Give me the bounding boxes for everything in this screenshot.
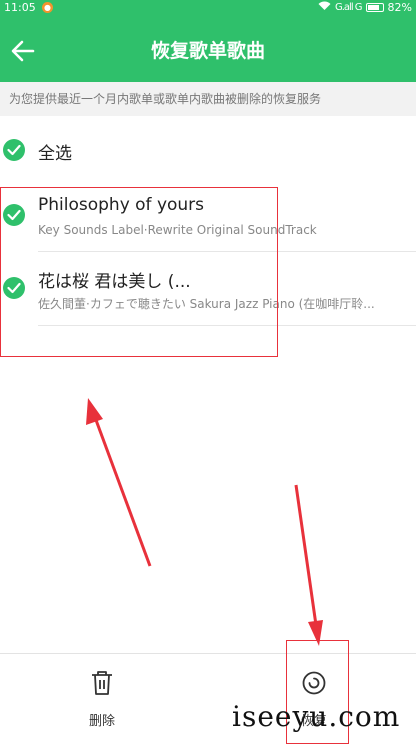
arrow-up-icon [86, 398, 152, 567]
watermark: iseeyu.com [232, 700, 401, 733]
annotation-arrows [86, 398, 323, 646]
arrow-down-icon [294, 484, 323, 646]
